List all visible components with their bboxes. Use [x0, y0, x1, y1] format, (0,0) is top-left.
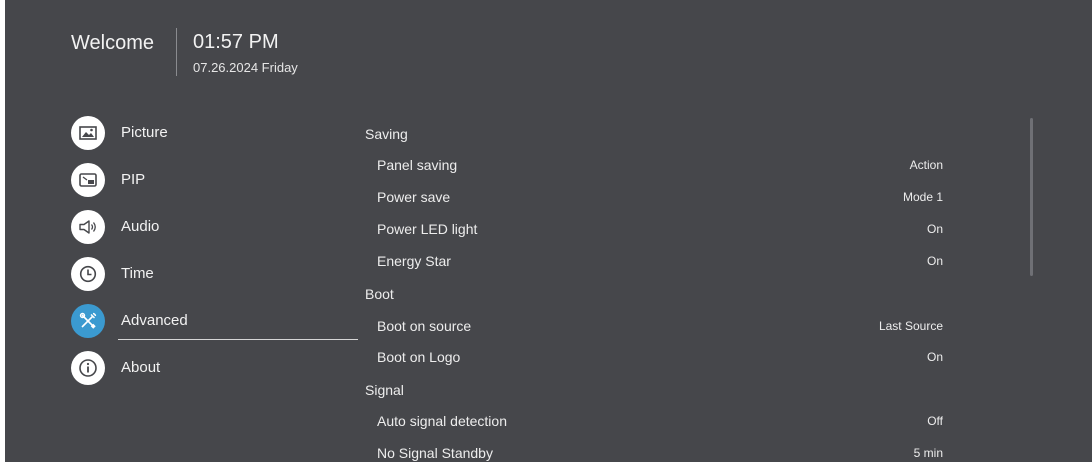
picture-icon: [71, 116, 105, 150]
header-divider: [176, 28, 177, 76]
setting-label: Boot on Logo: [377, 349, 461, 365]
menu-item-about[interactable]: About: [71, 351, 361, 387]
menu-item-picture[interactable]: Picture: [71, 116, 361, 152]
setting-label: Boot on source: [377, 318, 472, 334]
setting-label: Power save: [377, 189, 451, 205]
setting-value: On: [926, 350, 943, 364]
tools-icon: [71, 304, 105, 338]
setting-value: Last Source: [878, 319, 943, 333]
section-saving: Saving: [365, 126, 408, 142]
setting-auto-signal-detection[interactable]: Auto signal detection Off: [377, 413, 943, 433]
selected-underline: [118, 339, 358, 340]
menu-item-pip[interactable]: PIP: [71, 163, 361, 199]
menu-label-about: About: [121, 359, 161, 376]
setting-value: Mode 1: [902, 190, 943, 204]
setting-value: On: [926, 254, 943, 268]
setting-power-save[interactable]: Power save Mode 1: [377, 189, 943, 209]
setting-no-signal-standby[interactable]: No Signal Standby 5 min: [377, 445, 943, 462]
setting-label: Power LED light: [377, 221, 478, 237]
setting-boot-on-logo[interactable]: Boot on Logo On: [377, 349, 943, 369]
settings-screen: Welcome 01:57 PM 07.26.2024 Friday Pictu…: [5, 0, 1092, 462]
setting-value: 5 min: [913, 446, 943, 460]
menu-label-advanced: Advanced: [121, 312, 188, 329]
setting-value: On: [926, 222, 943, 236]
clock-time: 01:57 PM: [193, 31, 279, 53]
info-icon: [71, 351, 105, 385]
setting-panel-saving[interactable]: Panel saving Action: [377, 157, 943, 177]
setting-value: Off: [927, 414, 943, 428]
section-boot: Boot: [365, 286, 394, 302]
clock-date: 07.26.2024 Friday: [193, 60, 298, 75]
scrollbar[interactable]: [1030, 118, 1033, 276]
menu-label-picture: Picture: [121, 124, 168, 141]
setting-value: Action: [909, 158, 943, 172]
setting-label: Auto signal detection: [377, 413, 507, 429]
menu-label-pip: PIP: [121, 171, 146, 188]
setting-power-led-light[interactable]: Power LED light On: [377, 221, 943, 241]
speaker-icon: [71, 210, 105, 244]
menu-label-audio: Audio: [121, 218, 160, 235]
setting-label: No Signal Standby: [377, 445, 493, 461]
clock-icon: [71, 257, 105, 291]
menu-item-advanced[interactable]: Advanced: [71, 304, 361, 340]
setting-energy-star[interactable]: Energy Star On: [377, 253, 943, 273]
setting-label: Panel saving: [377, 157, 458, 173]
section-signal: Signal: [365, 382, 404, 398]
setting-boot-on-source[interactable]: Boot on source Last Source: [377, 318, 943, 338]
menu-item-audio[interactable]: Audio: [71, 210, 361, 246]
setting-label: Energy Star: [377, 253, 451, 269]
menu-item-time[interactable]: Time: [71, 257, 361, 293]
menu-label-time: Time: [121, 265, 154, 282]
welcome-title: Welcome: [71, 32, 154, 54]
pip-icon: [71, 163, 105, 197]
